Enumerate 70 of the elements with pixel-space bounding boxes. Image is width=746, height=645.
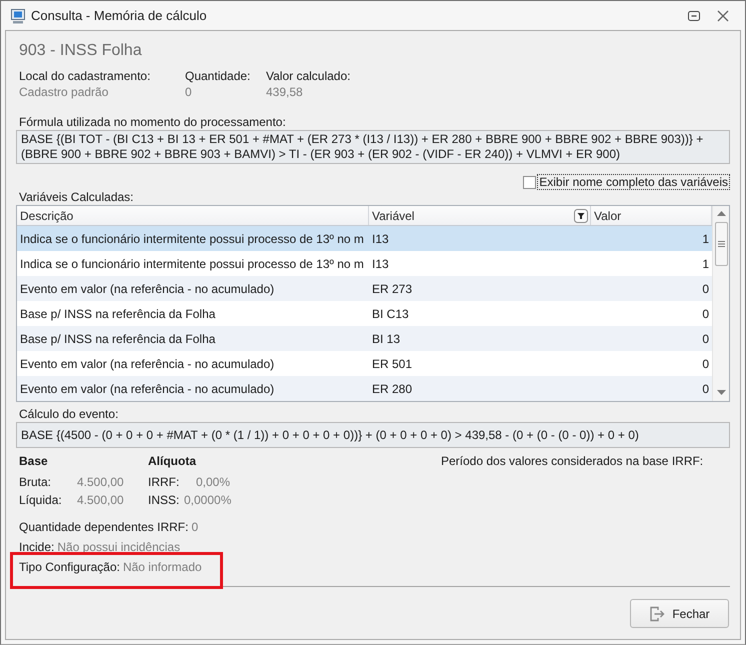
field-label: IRRF:	[148, 474, 180, 490]
checkbox[interactable]	[523, 176, 536, 188]
table-cell-text: Evento em valor (na referência - no acumulado)	[19, 356, 276, 370]
record-title: 903 - INSS Folha	[19, 41, 143, 61]
field-value: Não possui incidências	[57, 539, 180, 555]
table-cell-text: I13	[371, 256, 390, 270]
section-label: Variáveis Calculadas:	[19, 190, 134, 205]
field-label: Valor calculado:	[266, 68, 352, 84]
close-icon	[717, 10, 729, 22]
table-cell-text: Evento em valor (na referência - no acumulado)	[19, 382, 276, 396]
table-cell-text: 0	[701, 382, 710, 396]
field-value: 439,58	[266, 84, 304, 100]
field-value: 0,00%	[194, 475, 230, 489]
field-value: Cadastro padrão	[19, 84, 110, 100]
table-cell-text: 1	[701, 256, 710, 270]
field-value: Não informado	[122, 559, 202, 575]
table-cell-text: 0	[701, 332, 710, 346]
group-title: Base	[19, 453, 49, 469]
window-title: Consulta - Memória de cálculo	[31, 8, 208, 23]
table-cell-text: I13	[371, 232, 390, 246]
calculation-field: BASE {(4500 - (0 + 0 + 0 + #MAT + (0 * (1 / 1)) + 0 + 0 + 0 + 0))} + (0 + 0 + 0 + 0) > 439,58 - (0 + (0 - (0 - 0)) + 0 + 0)	[16, 422, 730, 448]
field-value: 0	[191, 519, 198, 535]
field-label: Tipo Configuração:	[19, 559, 120, 575]
field-label: Quantidade:	[185, 68, 252, 84]
group-title: Alíquota	[148, 453, 198, 469]
down-arrow-icon[interactable]	[716, 390, 726, 395]
checkbox-label[interactable]: Exibir nome completo das variáveis	[537, 174, 730, 190]
field-label: Período dos valores considerados na base IRRF:	[441, 453, 704, 469]
table-cell-text: Indica se o funcionário intermitente possui processo de 13º no m	[19, 256, 365, 270]
field-label: Local do cadastramento:	[19, 68, 152, 84]
field-label: INSS:	[148, 492, 180, 508]
exit-icon	[649, 606, 666, 622]
table-cell-text: Evento em valor (na referência - no acumulado)	[19, 282, 276, 296]
field-value: 0,0000%	[184, 493, 232, 507]
table-cell-text: ER 280	[371, 382, 414, 396]
field-label: Bruta:	[19, 474, 52, 490]
table-cell-text: 1	[701, 232, 710, 246]
scrollbar[interactable]	[712, 206, 729, 401]
table-cell-text: ER 273	[371, 282, 414, 296]
field-value: 4.500,00	[77, 475, 125, 489]
field-label: Incide:	[19, 539, 54, 555]
column-header[interactable]: Variável	[369, 206, 591, 225]
table-cell-text: Base p/ INSS na referência da Folha	[19, 332, 216, 346]
column-header[interactable]: Descrição	[17, 206, 369, 225]
table-cell-text: Indica se o funcionário intermitente possui processo de 13º no m	[19, 232, 365, 246]
scrollbar-thumb[interactable]	[714, 222, 728, 266]
section-label: Cálculo do evento:	[19, 406, 120, 422]
filter-icon[interactable]	[574, 208, 588, 222]
table-row[interactable]: Evento em valor (na referência - no acumulado) ER 273 0	[17, 276, 712, 301]
field-value: 0	[185, 84, 193, 100]
table-cell-text: 0	[701, 306, 710, 320]
grip-icon	[718, 241, 724, 247]
table-row[interactable]: Base p/ INSS na referência da Folha BI 13 0	[17, 326, 712, 351]
table-cell-text: BI C13	[371, 306, 410, 320]
close-dialog-button[interactable]: Fechar	[630, 599, 729, 628]
field-label: Quantidade dependentes IRRF:	[19, 519, 188, 535]
formula-field: BASE {(BI TOT - (BI C13 + BI 13 + ER 501 + #MAT + (ER 273 * (I13 / I13)) + ER 280 + BBRE 900 + BBRE 902 + BBRE 903))} + (BBRE 900 + BBRE 902 + BBRE 903 + BAMVI) > TI - (ER 903 + (ER 902 - (VIDF - ER 240)) + VLMVI + ER 900)	[16, 130, 730, 164]
table-cell-text: ER 501	[371, 356, 414, 370]
field-label: Líquida:	[19, 492, 63, 508]
field-value: 4.500,00	[77, 493, 125, 507]
table-cell-text: 0	[701, 282, 710, 296]
table-row[interactable]: Indica se o funcionário intermitente possui processo de 13º no m I13 1	[17, 226, 712, 251]
table-row[interactable]: Evento em valor (na referência - no acumulado) ER 280 0	[17, 376, 712, 401]
section-label: Fórmula utilizada no momento do processamento:	[19, 114, 287, 130]
monitor-icon	[10, 8, 26, 24]
restore-icon	[688, 10, 700, 20]
table-cell-text: BI 13	[371, 332, 402, 346]
table-cell-text: 0	[701, 356, 710, 370]
up-arrow-icon[interactable]	[716, 211, 726, 216]
table-cell-text: Base p/ INSS na referência da Folha	[19, 306, 216, 320]
